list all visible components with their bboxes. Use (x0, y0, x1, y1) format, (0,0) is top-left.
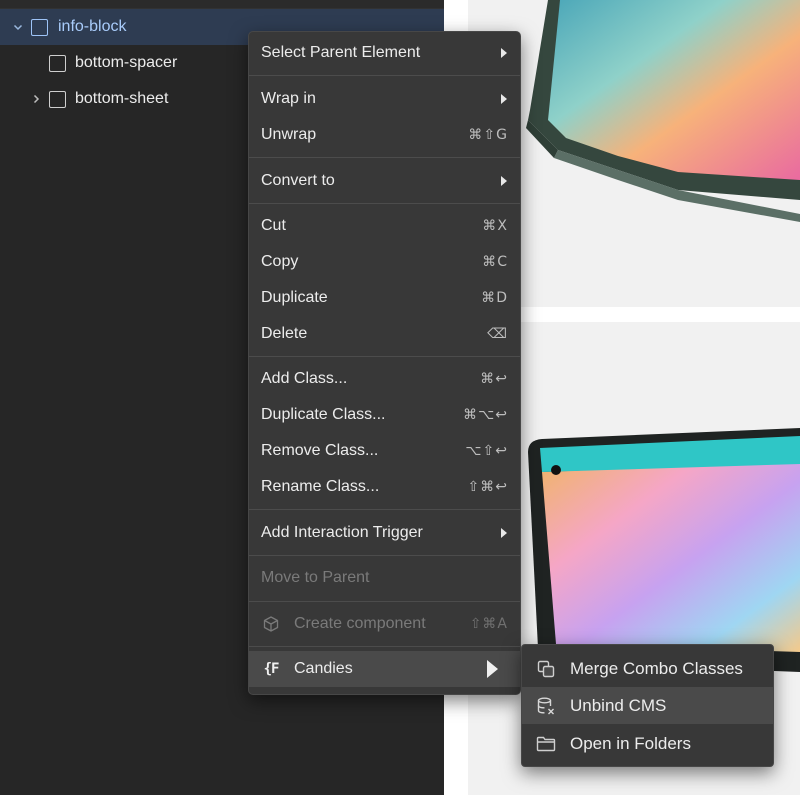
menu-item-add-class[interactable]: Add Class... ⌘↩ (249, 361, 520, 397)
menu-item-duplicate[interactable]: Duplicate ⌘D (249, 280, 520, 316)
submenu-arrow-icon (501, 176, 507, 186)
shortcut-hint: ⌘C (482, 254, 508, 270)
menu-item-create-component[interactable]: Create component ⇧⌘A (249, 606, 520, 642)
menu-divider (249, 75, 520, 76)
menu-divider (249, 646, 520, 647)
menu-item-rename-class[interactable]: Rename Class... ⇧⌘↩ (249, 469, 520, 505)
menu-item-label: Wrap in (261, 90, 316, 107)
merge-squares-icon (535, 658, 557, 680)
menu-item-duplicate-class[interactable]: Duplicate Class... ⌘⌥↩ (249, 397, 520, 433)
context-menu: Select Parent Element Wrap in Unwrap ⌘⇧G… (248, 31, 521, 695)
shortcut-hint: ⌘X (482, 218, 508, 234)
menu-item-label: Duplicate Class... (261, 406, 386, 423)
submenu-arrow-icon (487, 660, 498, 678)
submenu-item-merge-combo-classes[interactable]: Merge Combo Classes (522, 650, 773, 687)
tree-item-label: bottom-spacer (75, 54, 178, 71)
menu-item-candies[interactable]: {F Candies (249, 651, 520, 687)
menu-item-label: Convert to (261, 172, 335, 189)
menu-item-label: Rename Class... (261, 478, 380, 495)
menu-item-label: Select Parent Element (261, 44, 421, 61)
element-box-icon (31, 18, 48, 36)
cube-icon (261, 614, 281, 634)
shortcut-hint: ⌘D (481, 290, 508, 306)
menu-divider (249, 157, 520, 158)
candies-submenu: Merge Combo Classes Unbind CMS Open in F… (521, 644, 774, 767)
shortcut-hint: ⌘⇧G (468, 127, 508, 143)
menu-item-label: Add Class... (261, 370, 348, 387)
menu-item-wrap-in[interactable]: Wrap in (249, 81, 520, 117)
menu-item-label: Add Interaction Trigger (261, 524, 423, 541)
submenu-item-unbind-cms[interactable]: Unbind CMS (522, 687, 773, 724)
submenu-arrow-icon (501, 528, 507, 538)
menu-divider (249, 356, 520, 357)
navigator-top-row-partial (0, 0, 444, 9)
submenu-arrow-icon (501, 94, 507, 104)
chevron-down-icon[interactable] (12, 21, 24, 33)
tree-item-label: bottom-sheet (75, 90, 169, 107)
element-box-icon (49, 54, 66, 72)
submenu-item-label: Open in Folders (570, 733, 691, 753)
submenu-item-label: Unbind CMS (570, 695, 667, 715)
shortcut-hint: ⌥⇧↩ (465, 443, 508, 459)
menu-divider (249, 509, 520, 510)
submenu-arrow-icon (501, 48, 507, 58)
menu-item-copy[interactable]: Copy ⌘C (249, 244, 520, 280)
menu-item-label: Unwrap (261, 126, 317, 143)
menu-item-cut[interactable]: Cut ⌘X (249, 208, 520, 244)
candies-logo-icon: {F (263, 661, 280, 677)
element-box-icon (49, 90, 66, 108)
chevron-right-icon[interactable] (30, 93, 42, 105)
menu-item-label: Duplicate (261, 289, 328, 306)
menu-divider (249, 555, 520, 556)
shortcut-hint: ⌫ (487, 326, 508, 342)
menu-item-label: Remove Class... (261, 442, 379, 459)
shortcut-hint: ⌘⌥↩ (463, 407, 508, 423)
menu-item-move-to-parent[interactable]: Move to Parent (249, 560, 520, 596)
menu-item-label: Delete (261, 325, 308, 342)
folder-icon (535, 733, 557, 755)
menu-item-delete[interactable]: Delete ⌫ (249, 316, 520, 352)
menu-item-convert-to[interactable]: Convert to (249, 163, 520, 199)
menu-item-label: Candies (294, 660, 353, 677)
menu-item-label: Cut (261, 217, 286, 234)
submenu-item-open-in-folders[interactable]: Open in Folders (522, 725, 773, 762)
menu-item-remove-class[interactable]: Remove Class... ⌥⇧↩ (249, 433, 520, 469)
shortcut-hint: ⌘↩ (480, 371, 508, 387)
menu-item-label: Move to Parent (261, 569, 370, 586)
menu-item-label: Copy (261, 253, 299, 270)
menu-item-add-interaction-trigger[interactable]: Add Interaction Trigger (249, 515, 520, 551)
shortcut-hint: ⇧⌘A (469, 616, 508, 632)
menu-divider (249, 203, 520, 204)
database-unbind-icon (535, 695, 557, 717)
tree-item-label: info-block (58, 18, 127, 35)
menu-divider (249, 601, 520, 602)
shortcut-hint: ⇧⌘↩ (467, 479, 508, 495)
menu-item-unwrap[interactable]: Unwrap ⌘⇧G (249, 117, 520, 153)
menu-item-label: Create component (294, 615, 426, 632)
submenu-item-label: Merge Combo Classes (570, 658, 743, 678)
menu-item-select-parent-element[interactable]: Select Parent Element (249, 35, 520, 71)
